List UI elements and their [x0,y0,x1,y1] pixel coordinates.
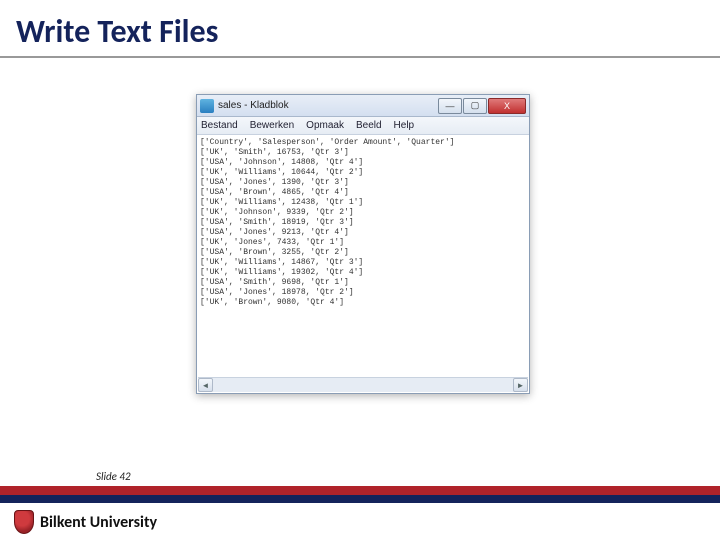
title-divider [0,56,720,58]
menu-edit[interactable]: Bewerken [250,120,294,131]
text-line: ['USA', 'Johnson', 14808, 'Qtr 4'] [200,158,526,168]
university-name: Bilkent University [40,513,157,532]
text-line: ['UK', 'Williams', 19302, 'Qtr 4'] [200,268,526,278]
menu-bar: Bestand Bewerken Opmaak Beeld Help [197,117,529,135]
text-line: ['UK', 'Williams', 10644, 'Qtr 2'] [200,168,526,178]
notepad-icon [200,99,214,113]
footer-band-red [0,486,720,495]
minimize-button[interactable]: — [438,98,462,114]
text-line: ['UK', 'Smith', 16753, 'Qtr 3'] [200,148,526,158]
footer-band-navy [0,495,720,503]
scroll-left-button[interactable]: ◄ [198,378,213,392]
text-line: ['USA', 'Smith', 18919, 'Qtr 3'] [200,218,526,228]
slide-number: Slide 42 [96,470,131,483]
text-line: ['USA', 'Jones', 9213, 'Qtr 4'] [200,228,526,238]
text-area[interactable]: ['Country', 'Salesperson', 'Order Amount… [198,136,528,376]
window-title: sales - Kladblok [218,100,437,111]
maximize-button[interactable]: ▢ [463,98,487,114]
menu-view[interactable]: Beeld [356,120,382,131]
text-line: ['USA', 'Brown', 4865, 'Qtr 4'] [200,188,526,198]
scroll-track[interactable] [213,378,513,392]
text-line: ['USA', 'Smith', 9698, 'Qtr 1'] [200,278,526,288]
text-line: ['UK', 'Johnson', 9339, 'Qtr 2'] [200,208,526,218]
menu-file[interactable]: Bestand [201,120,238,131]
text-line: ['UK', 'Jones', 7433, 'Qtr 1'] [200,238,526,248]
close-button[interactable]: X [488,98,526,114]
crest-icon [14,510,34,534]
text-line: ['UK', 'Williams', 14867, 'Qtr 3'] [200,258,526,268]
titlebar[interactable]: sales - Kladblok — ▢ X [197,95,529,117]
text-line: ['USA', 'Jones', 18978, 'Qtr 2'] [200,288,526,298]
window-buttons: — ▢ X [437,98,526,114]
menu-format[interactable]: Opmaak [306,120,344,131]
notepad-window: sales - Kladblok — ▢ X Bestand Bewerken … [196,94,530,394]
text-line: ['USA', 'Brown', 3255, 'Qtr 2'] [200,248,526,258]
text-line: ['USA', 'Jones', 1390, 'Qtr 3'] [200,178,526,188]
text-line: ['UK', 'Brown', 9080, 'Qtr 4'] [200,298,526,308]
scroll-right-button[interactable]: ► [513,378,528,392]
text-line: ['UK', 'Williams', 12438, 'Qtr 1'] [200,198,526,208]
university-logo: Bilkent University [14,510,157,534]
page-title: Write Text Files [16,12,218,51]
menu-help[interactable]: Help [394,120,415,131]
text-line: ['Country', 'Salesperson', 'Order Amount… [200,138,526,148]
horizontal-scrollbar[interactable]: ◄ ► [198,377,528,392]
